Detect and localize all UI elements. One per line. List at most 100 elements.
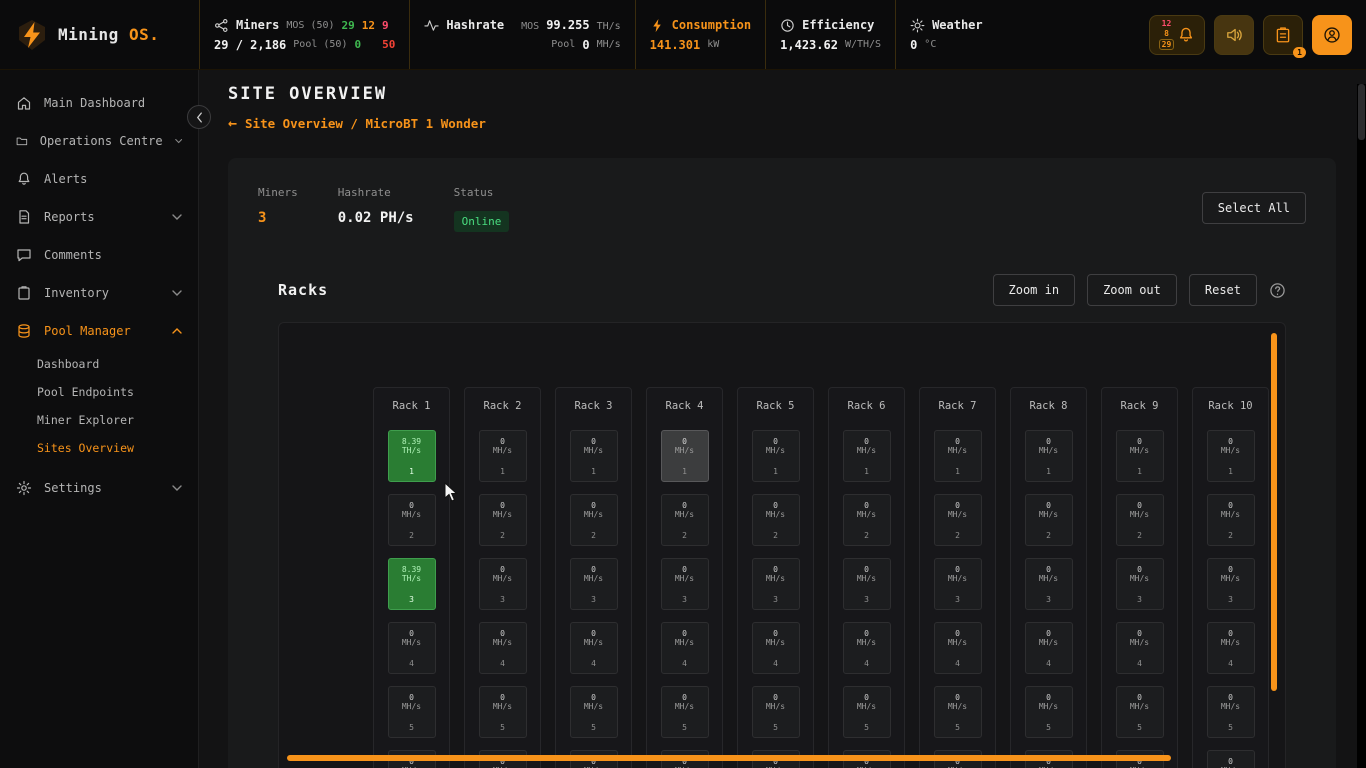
miner-cell-rack-10-5[interactable]: 0MH/s5 [1207, 686, 1255, 738]
back-arrow-icon[interactable]: ← [228, 114, 237, 132]
settings-icon [16, 480, 32, 496]
sidebar-item-reports[interactable]: Reports [0, 198, 198, 236]
miner-cell-rack-10-1[interactable]: 0MH/s1 [1207, 430, 1255, 482]
sidebar-item-alerts[interactable]: Alerts [0, 160, 198, 198]
miner-cell-rack-9-1[interactable]: 0MH/s1 [1116, 430, 1164, 482]
sidebar-subitem-sites-overview[interactable]: Sites Overview [0, 434, 198, 462]
miner-cell-rack-1-4[interactable]: 0MH/s4 [388, 622, 436, 674]
racks-vertical-scrollbar[interactable] [1271, 333, 1277, 691]
miner-cell-rack-3-5[interactable]: 0MH/s5 [570, 686, 618, 738]
miner-cell-rack-6-1[interactable]: 0MH/s1 [843, 430, 891, 482]
miner-cell-rack-2-5[interactable]: 0MH/s5 [479, 686, 527, 738]
miner-cell-rack-10-6[interactable]: 0MH/s6 [1207, 750, 1255, 768]
miner-cell-rack-10-3[interactable]: 0MH/s3 [1207, 558, 1255, 610]
miner-cell-rack-8-4[interactable]: 0MH/s4 [1025, 622, 1073, 674]
sidebar-item-settings[interactable]: Settings [0, 469, 198, 507]
sidebar-subitem-dashboard[interactable]: Dashboard [0, 350, 198, 378]
breadcrumb[interactable]: ← Site Overview / MicroBT 1 Wonder [228, 114, 1336, 132]
sidebar-item-label: Alerts [44, 172, 87, 186]
miner-cell-rack-10-2[interactable]: 0MH/s2 [1207, 494, 1255, 546]
rack-label: Rack 3 [556, 400, 631, 414]
miner-cell-rack-5-3[interactable]: 0MH/s3 [752, 558, 800, 610]
racks-horizontal-scrollbar[interactable] [287, 755, 1171, 761]
miner-cell-rack-6-3[interactable]: 0MH/s3 [843, 558, 891, 610]
page-scrollbar-thumb[interactable] [1358, 84, 1365, 140]
report-icon [16, 209, 32, 225]
brand-logo[interactable]: Mining OS. [0, 0, 199, 69]
sidebar-subitem-pool-endpoints[interactable]: Pool Endpoints [0, 378, 198, 406]
miner-cell-rack-3-4[interactable]: 0MH/s4 [570, 622, 618, 674]
zoom-out-button[interactable]: Zoom out [1087, 274, 1177, 306]
select-all-button[interactable]: Select All [1202, 192, 1306, 224]
miner-cell-rack-8-1[interactable]: 0MH/s1 [1025, 430, 1073, 482]
brand-text: Mining OS. [58, 25, 159, 44]
sidebar-item-main-dashboard[interactable]: Main Dashboard [0, 84, 198, 122]
miner-cell-rack-7-4[interactable]: 0MH/s4 [934, 622, 982, 674]
weather-unit: °C [924, 39, 936, 50]
rack-label: Rack 1 [374, 400, 449, 414]
profile-button[interactable] [1312, 15, 1352, 55]
page-scrollbar[interactable] [1357, 84, 1366, 768]
miner-cell-rack-2-4[interactable]: 0MH/s4 [479, 622, 527, 674]
chevron-up-icon [172, 328, 182, 334]
sidebar-item-inventory[interactable]: Inventory [0, 274, 198, 312]
miner-cell-rack-7-5[interactable]: 0MH/s5 [934, 686, 982, 738]
miner-cell-rack-6-2[interactable]: 0MH/s2 [843, 494, 891, 546]
miner-cell-rack-5-4[interactable]: 0MH/s4 [752, 622, 800, 674]
miner-cell-rack-7-3[interactable]: 0MH/s3 [934, 558, 982, 610]
sidebar-item-label: Inventory [44, 286, 109, 300]
miner-cell-rack-8-3[interactable]: 0MH/s3 [1025, 558, 1073, 610]
sidebar-item-operations-centre[interactable]: Operations Centre [0, 122, 198, 160]
miner-cell-rack-9-4[interactable]: 0MH/s4 [1116, 622, 1164, 674]
miner-cell-rack-9-3[interactable]: 0MH/s3 [1116, 558, 1164, 610]
sound-mute-button[interactable] [1214, 15, 1254, 55]
reset-button[interactable]: Reset [1189, 274, 1257, 306]
miner-cell-rack-5-5[interactable]: 0MH/s5 [752, 686, 800, 738]
rack-label: Rack 4 [647, 400, 722, 414]
weather-value: 0 [910, 38, 917, 52]
miner-cell-rack-1-1[interactable]: 8.39TH/s1 [388, 430, 436, 482]
notification-badges: 12 8 29 [1159, 19, 1175, 50]
sidebar-item-pool-manager[interactable]: Pool Manager [0, 312, 198, 350]
miner-cell-rack-7-1[interactable]: 0MH/s1 [934, 430, 982, 482]
notifications-button[interactable]: 12 8 29 [1149, 15, 1205, 55]
miner-cell-rack-5-1[interactable]: 0MH/s1 [752, 430, 800, 482]
miner-cell-rack-3-3[interactable]: 0MH/s3 [570, 558, 618, 610]
miner-cell-rack-3-2[interactable]: 0MH/s2 [570, 494, 618, 546]
miner-cell-rack-4-5[interactable]: 0MH/s5 [661, 686, 709, 738]
miner-cell-rack-9-2[interactable]: 0MH/s2 [1116, 494, 1164, 546]
rack-label: Rack 2 [465, 400, 540, 414]
miner-cell-rack-6-4[interactable]: 0MH/s4 [843, 622, 891, 674]
miner-cell-rack-8-5[interactable]: 0MH/s5 [1025, 686, 1073, 738]
miners-mos-ok: 29 [342, 19, 355, 32]
miner-cell-rack-5-2[interactable]: 0MH/s2 [752, 494, 800, 546]
sidebar-item-label: Main Dashboard [44, 96, 145, 110]
miner-cell-rack-4-3[interactable]: 0MH/s3 [661, 558, 709, 610]
miner-cell-rack-3-1[interactable]: 0MH/s1 [570, 430, 618, 482]
miner-cell-rack-4-2[interactable]: 0MH/s2 [661, 494, 709, 546]
miner-cell-rack-8-2[interactable]: 0MH/s2 [1025, 494, 1073, 546]
sidebar-item-label: Reports [44, 210, 95, 224]
page-title: SITE OVERVIEW [228, 84, 1336, 104]
miner-cell-rack-2-2[interactable]: 0MH/s2 [479, 494, 527, 546]
miner-cell-rack-4-4[interactable]: 0MH/s4 [661, 622, 709, 674]
miner-cell-rack-9-5[interactable]: 0MH/s5 [1116, 686, 1164, 738]
miner-cell-rack-6-5[interactable]: 0MH/s5 [843, 686, 891, 738]
miner-cell-rack-1-5[interactable]: 0MH/s5 [388, 686, 436, 738]
comments-icon [16, 247, 32, 263]
consumption-bolt-icon [650, 18, 665, 33]
miner-cell-rack-4-1[interactable]: 0MH/s1 [661, 430, 709, 482]
miner-cell-rack-7-2[interactable]: 0MH/s2 [934, 494, 982, 546]
miner-cell-rack-2-3[interactable]: 0MH/s3 [479, 558, 527, 610]
tasks-button[interactable]: 1 [1263, 15, 1303, 55]
sidebar-item-comments[interactable]: Comments [0, 236, 198, 274]
zoom-in-button[interactable]: Zoom in [993, 274, 1076, 306]
sidebar-collapse-button[interactable] [187, 105, 211, 129]
sidebar-subitem-miner-explorer[interactable]: Miner Explorer [0, 406, 198, 434]
miner-cell-rack-1-2[interactable]: 0MH/s2 [388, 494, 436, 546]
tasks-badge: 1 [1293, 47, 1306, 58]
help-icon[interactable] [1269, 282, 1286, 299]
miner-cell-rack-1-3[interactable]: 8.39TH/s3 [388, 558, 436, 610]
miner-cell-rack-2-1[interactable]: 0MH/s1 [479, 430, 527, 482]
miner-cell-rack-10-4[interactable]: 0MH/s4 [1207, 622, 1255, 674]
